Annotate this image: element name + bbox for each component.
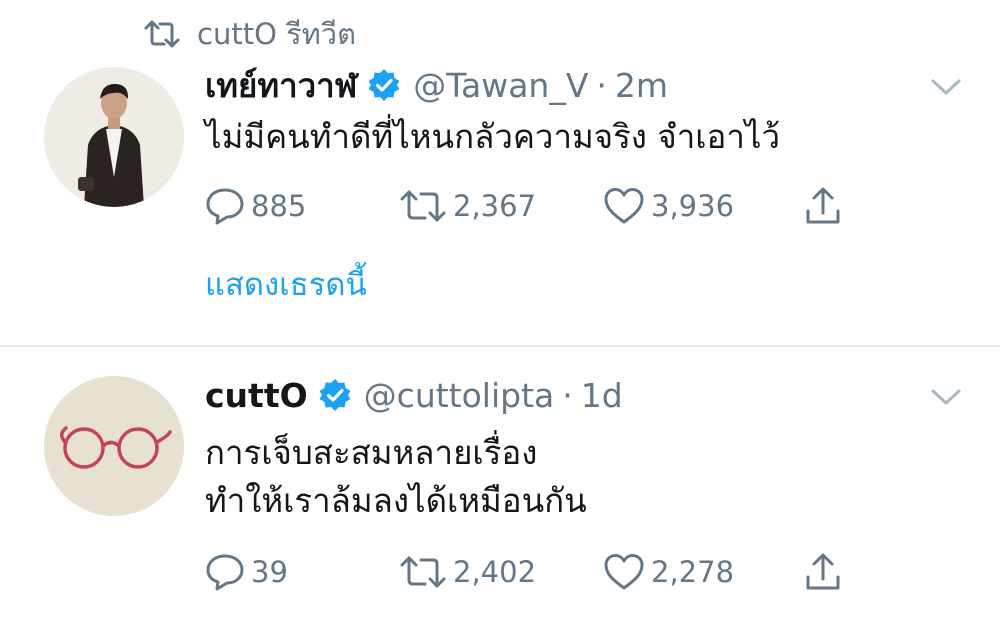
reply-button[interactable]: 39 (205, 547, 288, 597)
author-name[interactable]: cuttO (205, 376, 308, 415)
avatar[interactable] (44, 67, 184, 207)
like-count: 2,278 (651, 555, 735, 589)
tweet-actions: 39 2,402 2,278 (205, 547, 885, 597)
like-button[interactable]: 2,278 (603, 547, 734, 597)
retweet-count: 2,367 (453, 189, 537, 223)
author-name[interactable]: เทย์ทาวาฬ (205, 59, 357, 112)
tweet-text: การเจ็บสะสมหลายเรื่อง ทำให้เราล้มลงได้เห… (205, 429, 587, 525)
share-button[interactable] (803, 181, 843, 231)
retweet-button[interactable]: 2,367 (399, 181, 536, 231)
reply-icon (206, 554, 244, 591)
retweet-context[interactable]: cuttO รีทวีต (143, 12, 356, 56)
tweet-header: เทย์ทาวาฬ @Tawan_V · 2m (205, 61, 668, 109)
show-thread-link[interactable]: แสดงเธรดนี้ (205, 259, 367, 309)
heart-icon (604, 188, 644, 224)
verified-badge-icon (319, 379, 351, 411)
retweet-count: 2,402 (453, 555, 537, 589)
tweet-actions: 885 2,367 3,936 (205, 181, 885, 231)
author-handle[interactable]: @cuttolipta (364, 376, 555, 415)
retweet-context-text: cuttO รีทวีต (197, 17, 356, 51)
author-handle[interactable]: @Tawan_V (413, 66, 588, 105)
retweet-icon (144, 20, 180, 48)
avatar[interactable] (44, 376, 184, 516)
reply-count: 39 (251, 555, 288, 589)
reply-button[interactable]: 885 (205, 181, 306, 231)
like-count: 3,936 (651, 189, 735, 223)
tweet-text-line: ทำให้เราล้มลงได้เหมือนกัน (205, 481, 587, 520)
tweet-divider (0, 345, 1000, 347)
separator-dot: · (596, 65, 607, 105)
separator-dot: · (562, 375, 573, 415)
tweet-time[interactable]: 1d (581, 376, 623, 415)
share-button[interactable] (803, 547, 843, 597)
share-icon (806, 187, 840, 224)
avatar-photo (44, 67, 184, 207)
tweet-text: ไม่มีคนทำดีที่ไหนกลัวความจริง จำเอาไว้ (205, 113, 780, 161)
like-button[interactable]: 3,936 (603, 181, 734, 231)
glasses-icon (44, 376, 184, 516)
heart-icon (604, 554, 644, 590)
tweet-time[interactable]: 2m (615, 66, 668, 105)
chevron-down-icon[interactable] (929, 76, 963, 98)
tweet-text-line: การเจ็บสะสมหลายเรื่อง (205, 433, 538, 472)
chevron-down-icon[interactable] (929, 386, 963, 408)
share-icon (806, 553, 840, 590)
retweet-button[interactable]: 2,402 (399, 547, 536, 597)
tweet-text-line: ไม่มีคนทำดีที่ไหนกลัวความจริง จำเอาไว้ (205, 117, 781, 156)
retweet-icon (400, 190, 446, 222)
tweet-header: cuttO @cuttolipta · 1d (205, 371, 623, 419)
retweet-icon (400, 556, 446, 588)
verified-badge-icon (368, 69, 400, 101)
reply-icon (206, 188, 244, 225)
reply-count: 885 (251, 189, 307, 223)
